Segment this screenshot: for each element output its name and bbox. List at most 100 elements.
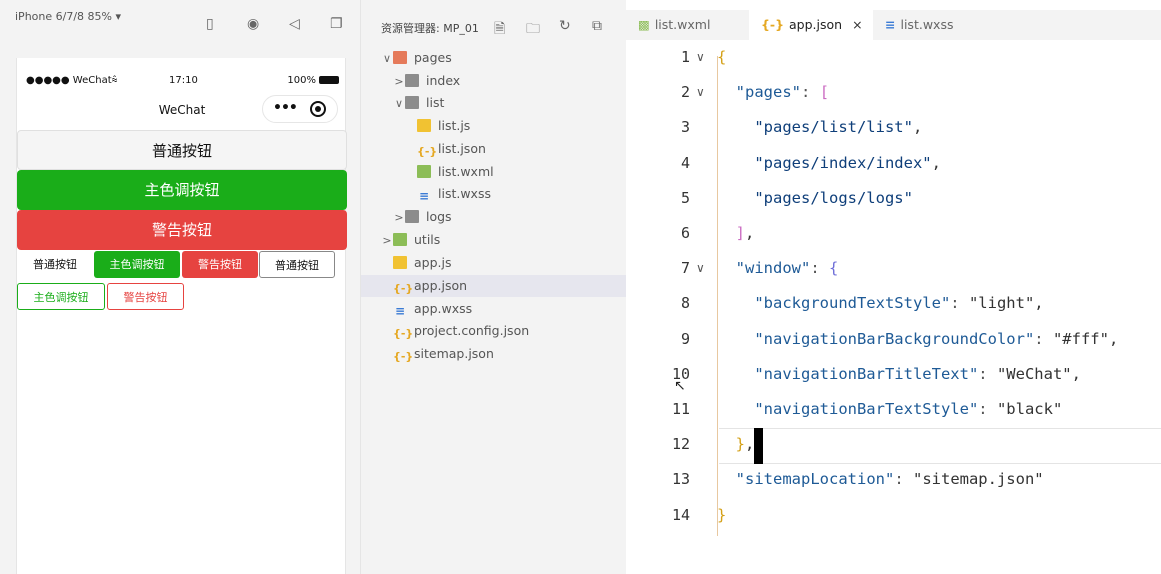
tree-item-list-wxml[interactable]: list.wxml — [361, 161, 627, 183]
tab-label: list.wxss — [900, 17, 954, 32]
chevron-down-icon[interactable]: ∨ — [381, 48, 393, 70]
code-line[interactable]: ], — [717, 224, 755, 242]
tree-item-label: utils — [414, 232, 441, 247]
tab-list-wxss[interactable]: ≡ list.wxss — [885, 10, 1005, 40]
chevron-down-icon[interactable]: ∨ — [393, 93, 405, 115]
json-icon: {-} — [393, 282, 414, 295]
fold-chevron-icon[interactable]: ∨ — [696, 85, 705, 99]
device-selector[interactable]: iPhone 6/7/8 85% ▾ — [15, 10, 121, 23]
mini-primary-plain-button[interactable]: 主色调按钮 — [17, 283, 105, 310]
fold-chevron-icon[interactable]: ∨ — [696, 261, 705, 275]
tree-item-label: list.wxss — [438, 186, 491, 201]
tree-item-label: list — [426, 95, 445, 110]
capsule-menu[interactable]: ••• — [262, 95, 338, 123]
tree-item-utils[interactable]: > utils — [361, 229, 627, 251]
code-line[interactable]: "navigationBarTitleText": "WeChat", — [717, 365, 1081, 383]
code-line[interactable]: "pages/list/list", — [717, 118, 922, 136]
warn-button[interactable]: 警告按钮 — [17, 210, 347, 250]
tab-app-json[interactable]: {-} app.json × — [749, 10, 873, 40]
wxml-icon: ▩ — [638, 17, 650, 32]
fold-chevron-icon[interactable]: ∨ — [696, 50, 705, 64]
line-number: 7 — [680, 259, 690, 278]
tree-item-label: list.wxml — [438, 164, 494, 179]
code-line[interactable]: "navigationBarTextStyle": "black" — [717, 400, 1062, 418]
close-tab-icon[interactable]: × — [852, 17, 862, 32]
tree-item-label: app.js — [414, 255, 452, 270]
window-icon[interactable]: ❐ — [330, 16, 343, 32]
mini-warn-button[interactable]: 警告按钮 — [182, 251, 258, 278]
chevron-right-icon[interactable]: > — [393, 207, 405, 229]
line-number: 8 — [680, 294, 690, 313]
chevron-right-icon[interactable]: > — [393, 71, 405, 93]
code-line[interactable]: "sitemapLocation": "sitemap.json" — [717, 470, 1044, 488]
tree-item-project-config-json[interactable]: {-}project.config.json — [361, 320, 627, 342]
line-number: 4 — [680, 153, 690, 172]
line-number: 11 — [671, 400, 690, 418]
status-time: 17:10 — [169, 75, 198, 86]
line-number: 14 — [671, 505, 690, 524]
tree-item-label: app.json — [414, 278, 468, 293]
code-line[interactable]: "window": { — [717, 259, 839, 277]
tab-label: list.wxml — [654, 17, 711, 32]
tree-item-app-json[interactable]: {-}app.json — [361, 275, 627, 297]
tree-item-list-wxss[interactable]: ≡ list.wxss — [361, 183, 627, 205]
mini-default-button[interactable]: 普通按钮 — [19, 251, 91, 278]
tree-item-label: app.wxss — [414, 301, 473, 316]
tree-item-pages[interactable]: ∨ pages — [361, 47, 627, 69]
new-folder-icon[interactable]: 🗀 — [526, 18, 540, 42]
tree-item-label: list.json — [438, 141, 486, 156]
tree-item-sitemap-json[interactable]: {-}sitemap.json — [361, 343, 627, 365]
tree-item-label: list.js — [438, 118, 471, 133]
collapse-icon[interactable]: ⧉ — [592, 18, 602, 34]
primary-button[interactable]: 主色调按钮 — [17, 170, 347, 210]
line-number: 1 — [680, 48, 690, 66]
code-line[interactable]: "pages/index/index", — [717, 154, 941, 172]
folder-green-icon — [393, 233, 407, 246]
code-line[interactable]: "navigationBarBackgroundColor": "#fff", — [717, 330, 1118, 348]
record-icon[interactable]: ◉ — [247, 16, 259, 32]
ide-window: iPhone 6/7/8 85% ▾ ▯ ◉ ◁ ❐ ●●●●● WeChat⩯… — [0, 0, 1161, 574]
tab-list-wxml[interactable]: ▩ list.wxml — [638, 10, 748, 40]
simulator-panel: iPhone 6/7/8 85% ▾ ▯ ◉ ◁ ❐ ●●●●● WeChat⩯… — [0, 0, 360, 574]
phone-icon[interactable]: ▯ — [206, 16, 214, 32]
signal-indicator: ●●●●● WeChat⩯ — [26, 75, 118, 86]
code-line[interactable]: { — [717, 48, 726, 66]
phone-screen: ●●●●● WeChat⩯ 17:10 100% WeChat ••• 普通按钮… — [16, 58, 347, 574]
new-file-icon[interactable]: 🗎 — [494, 18, 505, 42]
folder-icon — [405, 96, 419, 109]
tree-item-label: sitemap.json — [414, 346, 494, 361]
text-cursor — [754, 428, 763, 464]
tree-item-logs[interactable]: > logs — [361, 206, 627, 228]
tree-item-list[interactable]: ∨ list — [361, 92, 627, 114]
folder-icon — [405, 74, 419, 87]
volume-icon[interactable]: ◁ — [289, 16, 300, 32]
json-icon: {-} — [417, 145, 438, 158]
code-line[interactable]: "backgroundTextStyle": "light", — [717, 294, 1043, 312]
line-number: 13 — [671, 470, 690, 489]
code-line[interactable]: } — [717, 506, 726, 524]
mini-warn-plain-button[interactable]: 警告按钮 — [107, 283, 184, 310]
tree-item-app-wxss[interactable]: ≡ app.wxss — [361, 298, 627, 320]
wxss-icon: ≡ — [394, 304, 406, 318]
refresh-icon[interactable]: ↻ — [559, 18, 571, 34]
code-line[interactable]: }, — [717, 435, 755, 453]
mini-primary-button[interactable]: 主色调按钮 — [94, 251, 180, 278]
default-button[interactable]: 普通按钮 — [17, 130, 347, 170]
json-icon: {-} — [393, 350, 414, 363]
line-number: 3 — [680, 118, 690, 137]
folder-icon — [405, 210, 419, 223]
more-icon[interactable]: ••• — [273, 100, 298, 116]
tree-item-app-js[interactable]: app.js — [361, 252, 627, 274]
close-target-icon[interactable] — [310, 101, 326, 117]
tree-item-list-js[interactable]: list.js — [361, 115, 627, 137]
code-line[interactable]: "pages/logs/logs" — [717, 189, 913, 207]
tree-item-list-json[interactable]: {-}list.json — [361, 138, 627, 160]
mouse-pointer-icon: ↖ — [674, 378, 686, 394]
mini-default-plain-button[interactable]: 普通按钮 — [259, 251, 335, 278]
current-line-highlight — [719, 428, 1161, 464]
line-number: 6 — [680, 224, 690, 242]
code-line[interactable]: "pages": [ — [717, 83, 829, 101]
chevron-right-icon[interactable]: > — [381, 230, 393, 252]
tree-item-index[interactable]: > index — [361, 70, 627, 92]
battery-indicator: 100% — [287, 75, 339, 86]
